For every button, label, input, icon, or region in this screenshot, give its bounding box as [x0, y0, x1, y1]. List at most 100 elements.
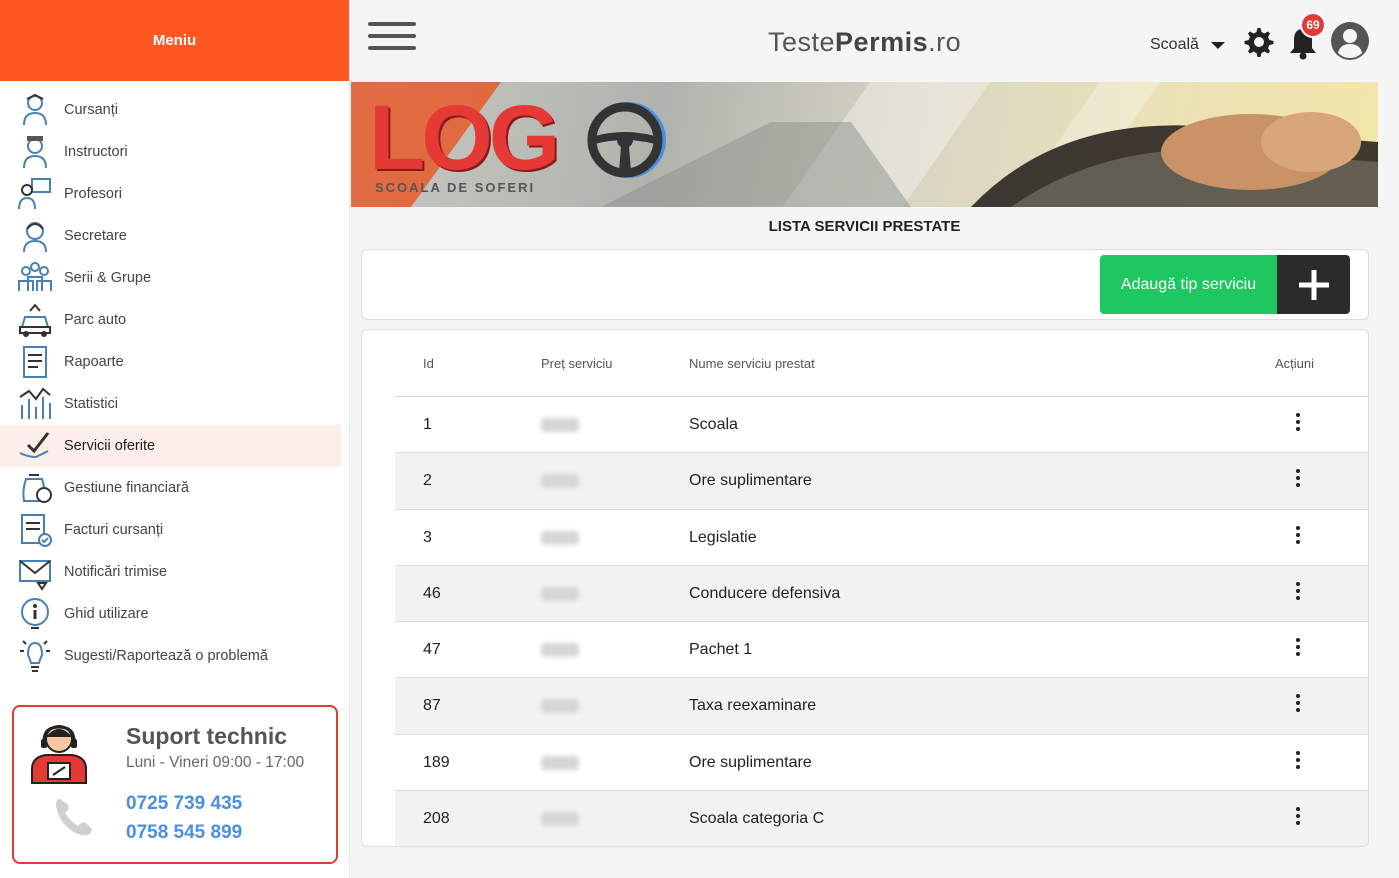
- cell-price-hidden: [541, 699, 579, 714]
- sidebar-item-label: Secretare: [64, 228, 127, 244]
- cell-price-hidden: [541, 643, 579, 658]
- cell-service-name: Taxa reexaminare: [689, 697, 817, 715]
- sidebar-header: Meniu: [0, 0, 349, 81]
- sidebar-item-label: Rapoarte: [64, 354, 124, 370]
- cell-service-name: Legislatie: [689, 528, 757, 546]
- services-table: Id Preț serviciu Nume serviciu prestat A…: [361, 329, 1369, 847]
- add-service-type-label: Adaugă tip serviciu: [1100, 255, 1277, 314]
- sidebar-item-serii-grupe[interactable]: Serii & Grupe: [0, 257, 341, 299]
- sidebar-item-label: Instructori: [64, 144, 128, 160]
- sidebar-item-rapoarte[interactable]: Rapoarte: [0, 341, 341, 383]
- row-actions-menu-icon[interactable]: [1288, 694, 1308, 718]
- steering-wheel-icon: [587, 102, 666, 178]
- cell-price-hidden: [541, 755, 579, 770]
- support-phone-1[interactable]: 0725 739 435: [126, 793, 242, 815]
- chevron-down-icon: [1210, 41, 1225, 49]
- gear-icon[interactable]: [1243, 26, 1275, 58]
- support-phone-2[interactable]: 0758 545 899: [126, 822, 242, 844]
- cell-id: 1: [423, 416, 432, 433]
- secretary-icon: [16, 217, 54, 255]
- table-header: Id Preț serviciu Nume serviciu prestat A…: [362, 330, 1368, 396]
- row-actions-menu-icon[interactable]: [1288, 638, 1308, 662]
- table-body: 1 Scoala 2 Ore suplimentare 3 Legislatie 46 Con…: [395, 396, 1368, 846]
- sidebar-item-label: Serii & Grupe: [64, 270, 152, 286]
- user-avatar-icon[interactable]: [1330, 21, 1370, 61]
- sidebar-item-label: Notificări trimise: [64, 564, 168, 580]
- cell-id: 189: [423, 753, 450, 771]
- brand-logo: TestePermis.ro: [768, 27, 962, 57]
- cell-id: 87: [423, 697, 441, 715]
- support-agent-icon: [31, 725, 87, 784]
- row-actions-menu-icon[interactable]: [1288, 807, 1308, 831]
- sidebar-item-label: Sugesti/Raportează o problemă: [64, 648, 268, 664]
- idea-bulb-icon: [16, 637, 54, 675]
- sidebar-item-notificări-trimise[interactable]: Notificări trimise: [0, 551, 341, 593]
- support-title: Suport technic: [126, 723, 288, 749]
- cell-service-name: Ore suplimentare: [689, 753, 812, 771]
- teacher-icon: [16, 175, 54, 213]
- sidebar: Meniu Cursanți Instructori Profesori Secret…: [0, 0, 350, 878]
- sidebar-item-label: Cursanți: [64, 102, 118, 118]
- cell-service-name: Pachet 1: [689, 641, 753, 659]
- sidebar-item-ghid-utilizare[interactable]: Ghid utilizare: [0, 593, 341, 635]
- cell-id: 2: [423, 472, 432, 490]
- row-actions-menu-icon[interactable]: [1288, 525, 1308, 550]
- student-icon: [16, 91, 54, 129]
- cell-price-hidden: [541, 586, 579, 601]
- sidebar-item-profesori[interactable]: Profesori: [0, 173, 341, 215]
- cell-service-name: Scoala: [689, 416, 738, 433]
- phone-icon: [56, 799, 92, 836]
- instructor-icon: [16, 133, 54, 171]
- row-actions-menu-icon[interactable]: [1288, 413, 1308, 437]
- invoice-icon: [16, 511, 54, 549]
- support-hours: Luni - Vineri 09:00 - 17:00: [126, 754, 305, 771]
- school-dropdown[interactable]: Scoală: [1150, 36, 1225, 54]
- table-row: 3 Legislatie: [395, 508, 1368, 565]
- table-row: 87 Taxa reexaminare: [395, 677, 1368, 734]
- sidebar-item-label: Facturi cursanți: [64, 522, 164, 538]
- sidebar-item-gestiune-financiară[interactable]: Gestiune financiară: [0, 467, 341, 509]
- row-actions-menu-icon[interactable]: [1288, 750, 1308, 775]
- cell-price-hidden: [541, 530, 579, 545]
- cell-service-name: Ore suplimentare: [689, 472, 812, 490]
- cell-id: 208: [423, 810, 450, 828]
- hamburger-menu-icon[interactable]: [368, 22, 416, 54]
- sidebar-item-facturi-cursanți[interactable]: Facturi cursanți: [0, 509, 341, 551]
- sidebar-item-cursanți[interactable]: Cursanți: [0, 89, 341, 131]
- sidebar-item-label: Statistici: [64, 396, 118, 412]
- report-icon: [16, 343, 54, 381]
- sidebar-item-parc-auto[interactable]: Parc auto: [0, 299, 341, 341]
- school-banner: LOG SCOALA DE SOFERI: [351, 82, 1378, 207]
- sidebar-item-servicii-oferite[interactable]: Servicii oferite: [0, 425, 341, 467]
- column-header-id: Id: [423, 356, 434, 371]
- finance-icon: [16, 469, 54, 507]
- school-dropdown-label: Scoală: [1150, 36, 1199, 53]
- cell-price-hidden: [541, 812, 579, 827]
- sidebar-item-secretare[interactable]: Secretare: [0, 215, 341, 257]
- support-box: Suport technic Luni - Vineri 09:00 - 17:…: [12, 705, 338, 864]
- column-header-price: Preț serviciu: [541, 356, 613, 371]
- table-row: 47 Pachet 1: [395, 621, 1368, 677]
- sidebar-item-sugesti-raportează-o-problemă[interactable]: Sugesti/Raportează o problemă: [0, 635, 341, 677]
- notification-badge: 69: [1300, 12, 1326, 38]
- logo-subtitle: SCOALA DE SOFERI: [375, 180, 536, 195]
- sidebar-item-label: Ghid utilizare: [64, 606, 149, 622]
- page-title: LISTA SERVICII PRESTATE: [768, 218, 961, 235]
- sidebar-item-label: Servicii oferite: [64, 438, 156, 454]
- table-row: 46 Conducere defensiva: [395, 564, 1368, 622]
- table-row: 189 Ore suplimentare: [395, 733, 1368, 790]
- row-actions-menu-icon[interactable]: [1288, 581, 1308, 606]
- add-service-type-button[interactable]: Adaugă tip serviciu: [1100, 255, 1350, 314]
- cell-id: 46: [423, 584, 441, 602]
- sidebar-item-statistici[interactable]: Statistici: [0, 383, 341, 425]
- car-icon: [16, 301, 54, 339]
- column-header-name: Nume serviciu prestat: [689, 356, 815, 371]
- sidebar-item-instructori[interactable]: Instructori: [0, 131, 341, 173]
- services-icon: [16, 427, 54, 465]
- row-actions-menu-icon[interactable]: [1288, 469, 1308, 493]
- table-row: 208 Scoala categoria C: [395, 790, 1368, 846]
- sidebar-item-label: Parc auto: [64, 312, 127, 328]
- groups-icon: [16, 259, 54, 297]
- sidebar-item-label: Profesori: [64, 186, 123, 202]
- cell-id: 47: [423, 641, 441, 659]
